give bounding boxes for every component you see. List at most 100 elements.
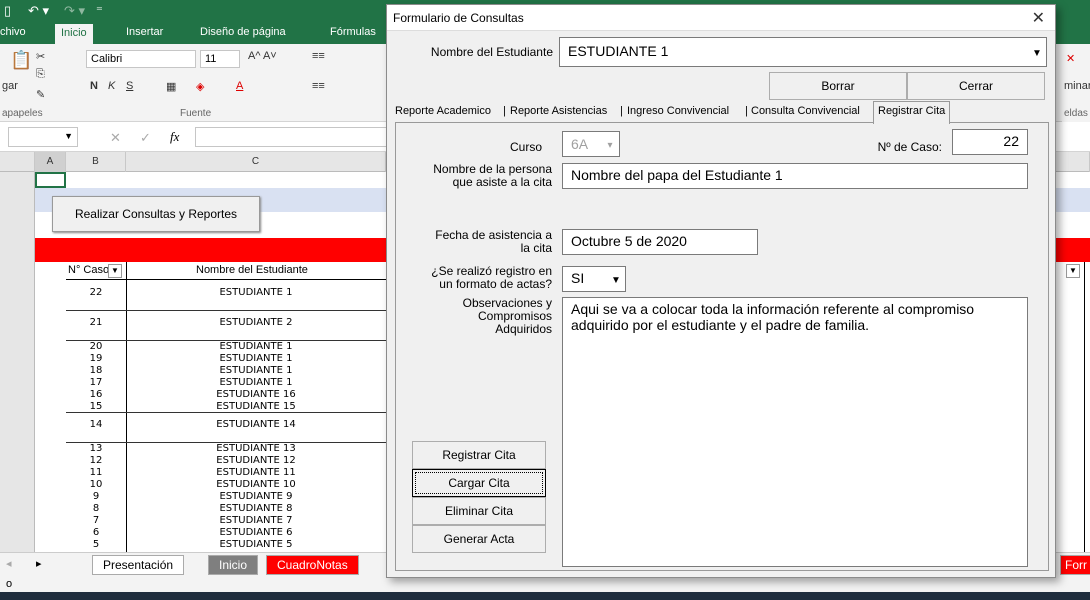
cancel-formula-icon[interactable]: ✕: [110, 130, 121, 146]
filter-caso-icon[interactable]: ▼: [108, 264, 122, 278]
sheet-tab-inicio[interactable]: Inicio: [208, 555, 259, 575]
registro-combo[interactable]: SI ▼: [562, 266, 626, 292]
tab-registrar-cita[interactable]: Registrar Cita: [873, 101, 951, 124]
caso-field[interactable]: 22: [952, 129, 1028, 155]
tab-ingreso-convivencial[interactable]: Ingreso Convivencial: [627, 105, 729, 117]
font-name-combo[interactable]: Calibri: [86, 50, 196, 68]
table-cell-nombre[interactable]: ESTUDIANTE 14: [126, 419, 386, 430]
observaciones-field[interactable]: Aqui se va a colocar toda la información…: [562, 297, 1028, 567]
italic-icon[interactable]: K: [108, 80, 115, 92]
fx-icon[interactable]: fx: [170, 129, 179, 145]
table-cell-caso[interactable]: 9: [66, 491, 126, 502]
table-cell-nombre[interactable]: ESTUDIANTE 10: [126, 479, 386, 490]
table-cell-nombre[interactable]: ESTUDIANTE 9: [126, 491, 386, 502]
sheet-prev-icon[interactable]: ◂: [6, 557, 12, 570]
table-cell-nombre[interactable]: ESTUDIANTE 6: [126, 527, 386, 538]
table-cell-caso[interactable]: 16: [66, 389, 126, 400]
table-cell-nombre[interactable]: ESTUDIANTE 12: [126, 455, 386, 466]
name-box-arrow-icon[interactable]: ▼: [64, 131, 73, 141]
col-header-a[interactable]: A: [35, 152, 66, 172]
table-cell-nombre[interactable]: ESTUDIANTE 15: [126, 401, 386, 412]
sheet-next-icon[interactable]: ▸: [36, 557, 42, 570]
name-box[interactable]: ▼: [8, 127, 78, 147]
table-cell-nombre[interactable]: ESTUDIANTE 8: [126, 503, 386, 514]
delete-icon[interactable]: ✕: [1066, 52, 1075, 65]
tab-archivo[interactable]: chivo: [0, 26, 26, 38]
table-cell-nombre[interactable]: ESTUDIANTE 11: [126, 467, 386, 478]
tab-reporte-asistencias[interactable]: Reporte Asistencias: [510, 105, 607, 117]
chevron-down-icon[interactable]: ▼: [1028, 38, 1046, 66]
table-cell-nombre[interactable]: ESTUDIANTE 1: [126, 287, 386, 298]
cargar-cita-button[interactable]: Cargar Cita: [412, 469, 546, 497]
col-header-b[interactable]: B: [66, 152, 126, 172]
filter-right-icon[interactable]: ▼: [1066, 264, 1080, 278]
sheet-tab-right[interactable]: Forr: [1060, 555, 1090, 575]
tab-reporte-academico[interactable]: Reporte Academico: [395, 105, 491, 117]
student-combo[interactable]: ESTUDIANTE 1 ▼: [559, 37, 1047, 67]
select-all[interactable]: [0, 152, 35, 172]
cut-icon[interactable]: ✂: [36, 50, 45, 63]
tab-diseno[interactable]: Diseño de página: [200, 26, 286, 38]
tab-inicio[interactable]: Inicio: [55, 24, 93, 44]
table-cell-caso[interactable]: 19: [66, 353, 126, 364]
underline-icon[interactable]: S: [126, 80, 133, 92]
tab-consulta-convivencial[interactable]: Consulta Convivencial: [751, 105, 860, 117]
table-cell-caso[interactable]: 22: [66, 287, 126, 298]
fill-color-icon[interactable]: ◈: [196, 80, 204, 93]
table-cell-caso[interactable]: 14: [66, 419, 126, 430]
format-painter-icon[interactable]: ✎: [36, 88, 45, 101]
copy-icon[interactable]: ⎘: [36, 68, 45, 81]
table-cell-caso[interactable]: 10: [66, 479, 126, 490]
cerrar-button[interactable]: Cerrar: [907, 72, 1045, 100]
col-header-c[interactable]: C: [126, 152, 386, 172]
generar-acta-button[interactable]: Generar Acta: [412, 525, 546, 553]
sheet-tab-presentacion[interactable]: Presentación: [92, 555, 185, 575]
table-cell-caso[interactable]: 6: [66, 527, 126, 538]
table-cell-nombre[interactable]: ESTUDIANTE 1: [126, 365, 386, 376]
table-cell-caso[interactable]: 8: [66, 503, 126, 514]
table-cell-nombre[interactable]: ESTUDIANTE 13: [126, 443, 386, 454]
table-cell-caso[interactable]: 20: [66, 341, 126, 352]
font-color-icon[interactable]: A: [236, 80, 243, 92]
sheet-tab-cuadronotas[interactable]: CuadroNotas: [266, 555, 359, 575]
redo-icon[interactable]: ↷ ▾: [64, 3, 85, 19]
close-icon[interactable]: ✕: [1032, 8, 1045, 28]
quick-access-icon[interactable]: ⁼: [96, 3, 103, 19]
font-size-combo[interactable]: 11: [200, 50, 240, 68]
grow-font-icon[interactable]: A^ A˅: [248, 50, 277, 62]
table-cell-nombre[interactable]: ESTUDIANTE 16: [126, 389, 386, 400]
registrar-cita-button[interactable]: Registrar Cita: [412, 441, 546, 469]
tab-formulas[interactable]: Fórmulas: [330, 26, 376, 38]
table-cell-nombre[interactable]: ESTUDIANTE 7: [126, 515, 386, 526]
borrar-button[interactable]: Borrar: [769, 72, 907, 100]
tab-insertar[interactable]: Insertar: [126, 26, 163, 38]
formula-input[interactable]: [195, 127, 395, 147]
col-header-right[interactable]: [1062, 152, 1090, 172]
selected-cell[interactable]: [35, 172, 66, 188]
paste-icon[interactable]: 📋: [10, 50, 32, 71]
table-cell-caso[interactable]: 7: [66, 515, 126, 526]
table-cell-caso[interactable]: 17: [66, 377, 126, 388]
table-cell-caso[interactable]: 11: [66, 467, 126, 478]
table-cell-caso[interactable]: 18: [66, 365, 126, 376]
realizar-consultas-button[interactable]: Realizar Consultas y Reportes: [52, 196, 260, 232]
registro-arrow-icon[interactable]: ▼: [607, 267, 625, 291]
table-cell-nombre[interactable]: ESTUDIANTE 1: [126, 353, 386, 364]
align-left-icon[interactable]: ≡≡: [312, 80, 325, 92]
bold-icon[interactable]: N: [90, 80, 98, 92]
paste-label[interactable]: gar: [2, 80, 18, 92]
align-top-icon[interactable]: ≡≡: [312, 50, 325, 62]
table-cell-nombre[interactable]: ESTUDIANTE 1: [126, 377, 386, 388]
table-cell-caso[interactable]: 12: [66, 455, 126, 466]
dialog-titlebar[interactable]: Formulario de Consultas ✕: [387, 5, 1055, 31]
border-icon[interactable]: ▦: [166, 80, 176, 93]
table-cell-caso[interactable]: 15: [66, 401, 126, 412]
table-cell-nombre[interactable]: ESTUDIANTE 2: [126, 317, 386, 328]
undo-icon[interactable]: ↶ ▾: [28, 3, 49, 19]
table-cell-caso[interactable]: 5: [66, 539, 126, 550]
persona-field[interactable]: Nombre del papa del Estudiante 1: [562, 163, 1028, 189]
table-cell-nombre[interactable]: ESTUDIANTE 1: [126, 341, 386, 352]
table-cell-caso[interactable]: 13: [66, 443, 126, 454]
table-cell-nombre[interactable]: ESTUDIANTE 5: [126, 539, 386, 550]
table-cell-caso[interactable]: 21: [66, 317, 126, 328]
